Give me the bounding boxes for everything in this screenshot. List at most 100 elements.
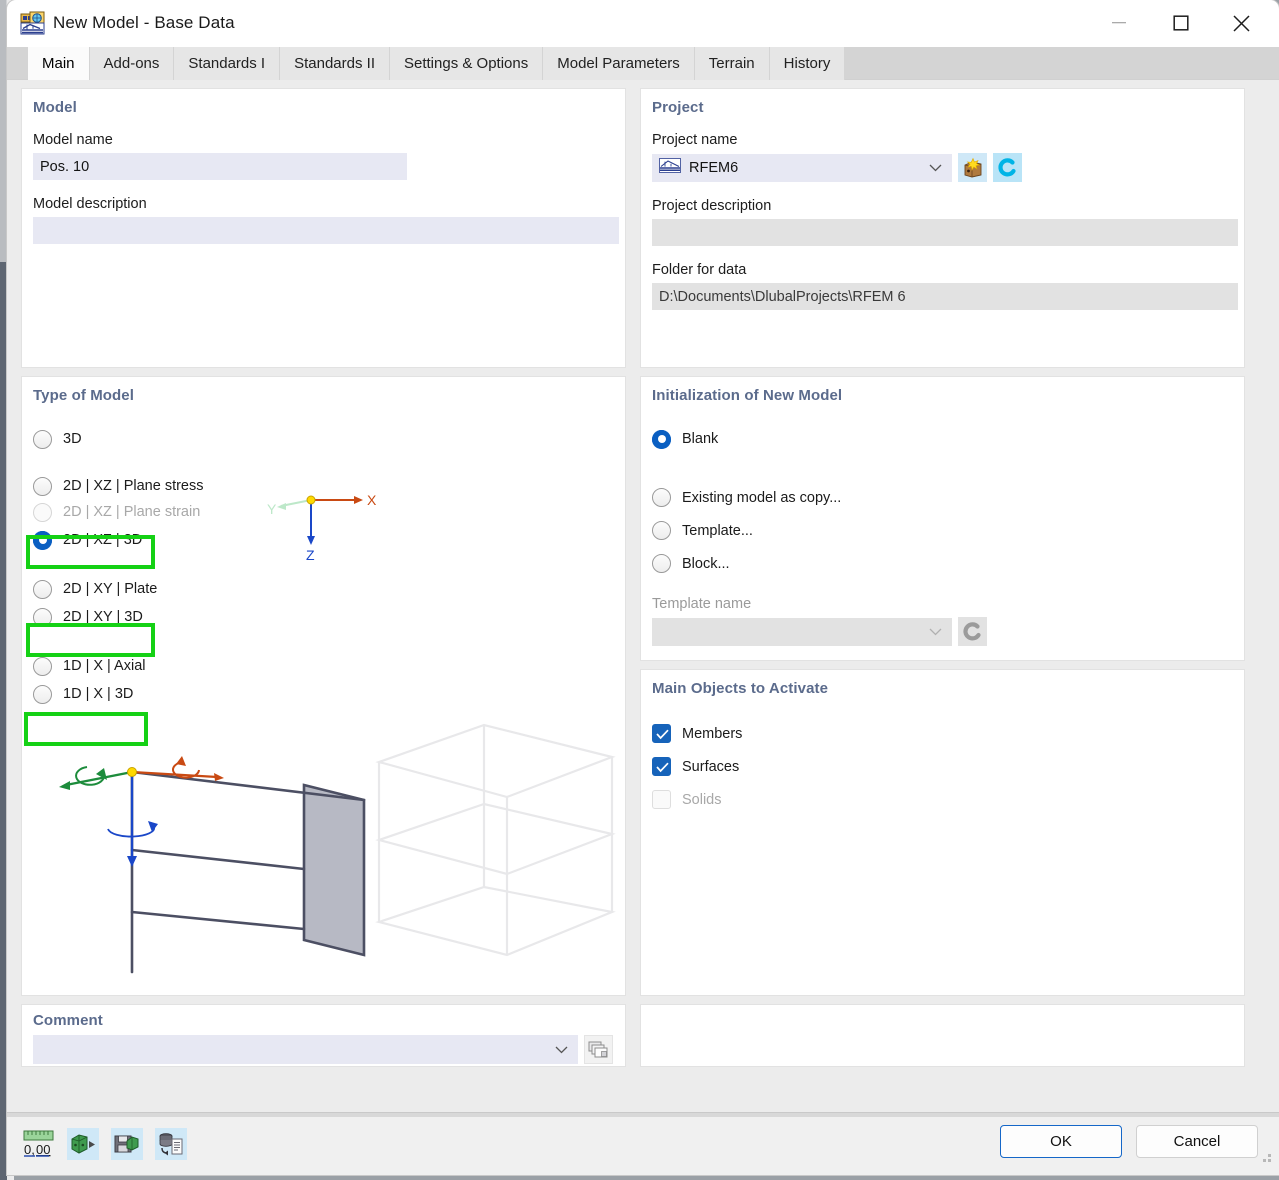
radio-block[interactable]: Block... — [641, 547, 1244, 580]
dialog-content: Model Model name Pos. 10 Model descripti… — [7, 80, 1279, 1126]
checkbox-indicator — [652, 757, 671, 776]
maximize-icon[interactable] — [1157, 0, 1205, 46]
chevron-down-icon — [929, 624, 942, 640]
comment-title: Comment — [22, 1005, 625, 1029]
radio-indicator — [652, 521, 671, 540]
project-name-value: RFEM6 — [689, 160, 738, 176]
svg-text:X: X — [367, 492, 377, 508]
resize-grip[interactable] — [1260, 1152, 1274, 1171]
radio-indicator — [652, 554, 671, 573]
cancel-button[interactable]: Cancel — [1136, 1125, 1258, 1158]
checkbox-solids: Solids — [641, 783, 1244, 816]
tab-label: Standards II — [294, 55, 375, 72]
tab-terrain[interactable]: Terrain — [695, 47, 770, 80]
model-description-label: Model description — [33, 196, 625, 212]
minimize-icon[interactable] — [1095, 0, 1143, 46]
project-panel: Project Project name RFEM6 — [640, 88, 1245, 368]
project-panel-title: Project — [641, 89, 1244, 116]
radio-blank[interactable]: Blank — [641, 426, 1244, 452]
initialization-panel: Initialization of New Model Blank Existi… — [640, 376, 1245, 661]
model-panel: Model Model name Pos. 10 Model descripti… — [21, 88, 626, 368]
window-title: New Model - Base Data — [53, 13, 235, 33]
radio-3d[interactable]: 3D — [22, 426, 625, 452]
folder-for-data-label: Folder for data — [652, 262, 1244, 278]
template-name-combobox — [652, 618, 952, 646]
tab-label: Model Parameters — [557, 55, 680, 72]
radio-label: 2D | XZ | 3D — [63, 532, 142, 548]
tab-add-ons[interactable]: Add-ons — [90, 47, 175, 80]
checkbox-indicator — [652, 724, 671, 743]
checkbox-members[interactable]: Members — [641, 717, 1244, 750]
model-panel-title: Model — [22, 89, 625, 116]
checkbox-label: Solids — [682, 792, 722, 808]
checkbox-label: Surfaces — [682, 759, 739, 775]
radio-existing-model-as-copy[interactable]: Existing model as copy... — [641, 481, 1244, 514]
radio-template[interactable]: Template... — [641, 514, 1244, 547]
tab-model-parameters[interactable]: Model Parameters — [543, 47, 695, 80]
cancel-label: Cancel — [1174, 1133, 1221, 1150]
tab-label: Settings & Options — [404, 55, 528, 72]
model-description-input[interactable] — [33, 217, 619, 244]
checkbox-label: Members — [682, 726, 742, 742]
radio-indicator — [33, 531, 52, 550]
folder-for-data-value: D:\Documents\DlubalProjects\RFEM 6 — [652, 283, 1238, 310]
radio-indicator — [652, 430, 671, 449]
background-window-shadow — [0, 262, 7, 1180]
rfem-project-icon — [659, 158, 681, 177]
project-description-label: Project description — [652, 198, 1244, 214]
save-as-default-icon[interactable] — [111, 1128, 143, 1160]
comment-library-icon[interactable] — [584, 1035, 613, 1064]
model-preview-3d — [32, 622, 622, 987]
rfem-model-icon — [20, 10, 46, 36]
tab-label: Standards I — [188, 55, 265, 72]
tab-label: Terrain — [709, 55, 755, 72]
radio-label: 2D | XZ | Plane strain — [63, 504, 200, 520]
model-name-input[interactable]: Pos. 10 — [33, 153, 407, 180]
comment-panel: Comment — [21, 1004, 626, 1067]
database-report-icon[interactable] — [155, 1128, 187, 1160]
export-model-icon[interactable] — [67, 1128, 99, 1160]
radio-label: Template... — [682, 523, 753, 539]
new-project-icon[interactable] — [958, 153, 987, 182]
template-name-label: Template name — [652, 596, 1244, 612]
radio-label: 3D — [63, 431, 82, 447]
ok-button[interactable]: OK — [1000, 1125, 1122, 1158]
tab-history[interactable]: History — [770, 47, 846, 80]
refresh-icon[interactable] — [993, 153, 1022, 182]
tab-label: Add-ons — [104, 55, 160, 72]
tab-standards-i[interactable]: Standards I — [174, 47, 280, 80]
initialization-title: Initialization of New Model — [641, 377, 1244, 404]
radio-label: Block... — [682, 556, 730, 572]
type-of-model-panel: Type of Model 3D 2D | XZ | Plane stress … — [21, 376, 626, 996]
model-name-value: Pos. 10 — [40, 159, 89, 175]
radio-2d-xy-plate[interactable]: 2D | XY | Plate — [22, 576, 625, 602]
radio-indicator — [33, 503, 52, 522]
main-objects-panel: Main Objects to Activate Members — [640, 669, 1245, 996]
folder-path: D:\Documents\DlubalProjects\RFEM 6 — [659, 289, 906, 305]
tab-label: Main — [42, 55, 75, 72]
comment-combobox[interactable] — [33, 1035, 578, 1064]
chevron-down-icon — [555, 1042, 568, 1058]
project-name-label: Project name — [652, 132, 1244, 148]
checkbox-surfaces[interactable]: Surfaces — [641, 750, 1244, 783]
tab-settings-options[interactable]: Settings & Options — [390, 47, 543, 80]
project-description-input — [652, 219, 1238, 246]
radio-label: Existing model as copy... — [682, 490, 841, 506]
model-name-label: Model name — [33, 132, 625, 148]
radio-label: Blank — [682, 431, 718, 447]
type-of-model-title: Type of Model — [22, 377, 625, 404]
chevron-down-icon — [929, 160, 942, 176]
tab-main[interactable]: Main — [28, 47, 90, 80]
radio-label: 2D | XZ | Plane stress — [63, 478, 204, 494]
template-refresh-icon — [958, 617, 987, 646]
main-objects-title: Main Objects to Activate — [641, 670, 1244, 697]
units-decimal-places-icon[interactable]: 0, 00 — [23, 1128, 55, 1160]
checkbox-indicator — [652, 790, 671, 809]
dialog-footer: 0, 00 — [7, 1112, 1279, 1175]
new-model-dialog: New Model - Base Data Main Add-ons Stand… — [7, 0, 1279, 1175]
tab-standards-ii[interactable]: Standards II — [280, 47, 390, 80]
close-icon[interactable] — [1217, 0, 1265, 46]
tab-bar: Main Add-ons Standards I Standards II Se… — [7, 47, 1279, 80]
project-name-combobox[interactable]: RFEM6 — [652, 154, 952, 182]
title-bar: New Model - Base Data — [7, 0, 1279, 47]
